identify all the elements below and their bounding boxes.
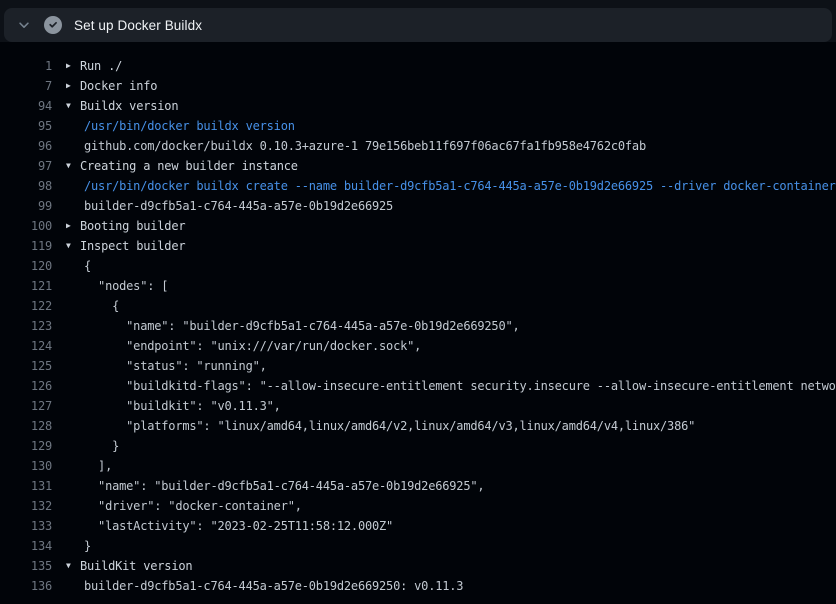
triangle-right-icon[interactable]: ▶	[66, 216, 80, 236]
line-number[interactable]: 132	[0, 496, 52, 516]
step-header[interactable]: Set up Docker Buildx	[4, 8, 832, 42]
log-output-text: "endpoint": "unix:///var/run/docker.sock…	[84, 336, 421, 356]
page-top-band: Set up Docker Buildx	[0, 0, 836, 42]
line-number[interactable]: 123	[0, 316, 52, 336]
log-line: 131 "name": "builder-d9cfb5a1-c764-445a-…	[0, 476, 836, 496]
triangle-right-icon[interactable]: ▶	[66, 56, 80, 76]
log-output-text: {	[84, 256, 91, 276]
log-line: 96 github.com/docker/buildx 0.10.3+azure-…	[0, 136, 836, 156]
log-group-row[interactable]: 97 ▼Creating a new builder instance	[0, 156, 836, 176]
line-number[interactable]: 1	[0, 56, 52, 76]
log-line: 120 {	[0, 256, 836, 276]
log-line: 136 builder-d9cfb5a1-c764-445a-a57e-0b19d…	[0, 576, 836, 596]
log-output-text: "name": "builder-d9cfb5a1-c764-445a-a57e…	[84, 476, 484, 496]
log-group-title[interactable]: BuildKit version	[80, 556, 192, 576]
log-group-title[interactable]: Run ./	[80, 56, 122, 76]
log-line: 127 "buildkit": "v0.11.3",	[0, 396, 836, 416]
line-number[interactable]: 121	[0, 276, 52, 296]
line-number[interactable]: 125	[0, 356, 52, 376]
log-output-text: "buildkitd-flags": "--allow-insecure-ent…	[84, 376, 836, 396]
line-number[interactable]: 96	[0, 136, 52, 156]
log-output-text: "lastActivity": "2023-02-25T11:58:12.000…	[84, 516, 393, 536]
line-number[interactable]: 133	[0, 516, 52, 536]
line-number[interactable]: 100	[0, 216, 52, 236]
line-number[interactable]: 126	[0, 376, 52, 396]
log-output-text: "nodes": [	[84, 276, 168, 296]
line-number[interactable]: 7	[0, 76, 52, 96]
log-line: 130 ],	[0, 456, 836, 476]
line-number[interactable]: 119	[0, 236, 52, 256]
log-group-title[interactable]: Creating a new builder instance	[80, 156, 298, 176]
log-command-text: /usr/bin/docker buildx create --name bui…	[84, 176, 836, 196]
log-line: 121 "nodes": [	[0, 276, 836, 296]
log-output-text: "name": "builder-d9cfb5a1-c764-445a-a57e…	[84, 316, 520, 336]
line-number[interactable]: 99	[0, 196, 52, 216]
log-group-title[interactable]: Inspect builder	[80, 236, 185, 256]
log-line: 128 "platforms": "linux/amd64,linux/amd6…	[0, 416, 836, 436]
log-command-text: /usr/bin/docker buildx version	[84, 116, 295, 136]
line-number[interactable]: 95	[0, 116, 52, 136]
log-line: 134}	[0, 536, 836, 556]
triangle-down-icon[interactable]: ▼	[66, 556, 80, 576]
check-circle-icon	[44, 16, 62, 34]
log-line: 125 "status": "running",	[0, 356, 836, 376]
log-output-text: github.com/docker/buildx 0.10.3+azure-1 …	[84, 136, 646, 156]
line-number[interactable]: 94	[0, 96, 52, 116]
log-group-row[interactable]: 100 ▶Booting builder	[0, 216, 836, 236]
log-output-text: builder-d9cfb5a1-c764-445a-a57e-0b19d2e6…	[84, 576, 463, 596]
log-line: 132 "driver": "docker-container",	[0, 496, 836, 516]
log-output-text: "driver": "docker-container",	[84, 496, 302, 516]
line-number[interactable]: 124	[0, 336, 52, 356]
log-output-text: "status": "running",	[84, 356, 267, 376]
log-line: 98/usr/bin/docker buildx create --name b…	[0, 176, 836, 196]
line-number[interactable]: 122	[0, 296, 52, 316]
log-output-text: "platforms": "linux/amd64,linux/amd64/v2…	[84, 416, 695, 436]
log-group-row[interactable]: 119 ▼Inspect builder	[0, 236, 836, 256]
log-line: 122 {	[0, 296, 836, 316]
log-lines: 1▶Run ./7▶Docker info94▼Buildx version95…	[0, 42, 836, 596]
log-line: 124 "endpoint": "unix:///var/run/docker.…	[0, 336, 836, 356]
line-number[interactable]: 98	[0, 176, 52, 196]
log-output-text: }	[84, 436, 119, 456]
step-title: Set up Docker Buildx	[74, 18, 202, 33]
log-line: 126 "buildkitd-flags": "--allow-insecure…	[0, 376, 836, 396]
triangle-down-icon[interactable]: ▼	[66, 236, 80, 256]
line-number[interactable]: 129	[0, 436, 52, 456]
line-number[interactable]: 97	[0, 156, 52, 176]
log-line: 95/usr/bin/docker buildx version	[0, 116, 836, 136]
log-group-row[interactable]: 135 ▼BuildKit version	[0, 556, 836, 576]
line-number[interactable]: 134	[0, 536, 52, 556]
log-output-text: builder-d9cfb5a1-c764-445a-a57e-0b19d2e6…	[84, 196, 393, 216]
log-output-text: ],	[84, 456, 112, 476]
log-output-text: {	[84, 296, 119, 316]
log-group-row[interactable]: 1 ▶Run ./	[0, 56, 836, 76]
line-number[interactable]: 120	[0, 256, 52, 276]
log-line: 99 builder-d9cfb5a1-c764-445a-a57e-0b19d2…	[0, 196, 836, 216]
triangle-right-icon[interactable]: ▶	[66, 76, 80, 96]
line-number[interactable]: 130	[0, 456, 52, 476]
line-number[interactable]: 127	[0, 396, 52, 416]
log-group-title[interactable]: Buildx version	[80, 96, 178, 116]
log-line: 129 }	[0, 436, 836, 456]
log-line: 123 "name": "builder-d9cfb5a1-c764-445a-…	[0, 316, 836, 336]
line-number[interactable]: 128	[0, 416, 52, 436]
log-group-title[interactable]: Docker info	[80, 76, 157, 96]
log-group-row[interactable]: 94 ▼Buildx version	[0, 96, 836, 116]
log-line: 133 "lastActivity": "2023-02-25T11:58:12…	[0, 516, 836, 536]
line-number[interactable]: 135	[0, 556, 52, 576]
triangle-down-icon[interactable]: ▼	[66, 96, 80, 116]
chevron-down-icon[interactable]	[16, 17, 32, 33]
line-number[interactable]: 131	[0, 476, 52, 496]
log-output-text: }	[84, 536, 91, 556]
triangle-down-icon[interactable]: ▼	[66, 156, 80, 176]
log-group-row[interactable]: 7 ▶Docker info	[0, 76, 836, 96]
log-output-text: "buildkit": "v0.11.3",	[84, 396, 281, 416]
log-group-title[interactable]: Booting builder	[80, 216, 185, 236]
line-number[interactable]: 136	[0, 576, 52, 596]
